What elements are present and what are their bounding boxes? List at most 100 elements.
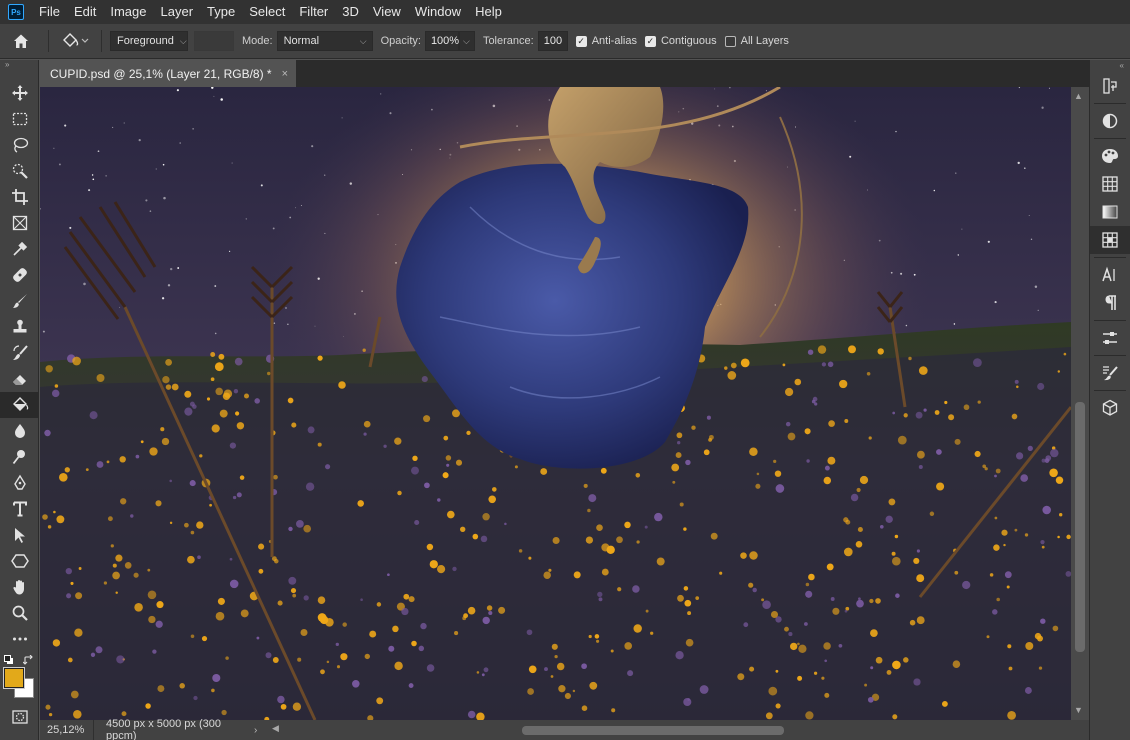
brushes-icon[interactable] — [1090, 359, 1130, 387]
scroll-down-icon[interactable]: ▼ — [1074, 705, 1083, 715]
blend-mode-value: Normal — [283, 35, 320, 47]
contiguous-checkbox[interactable]: ✓ Contiguous — [644, 35, 717, 47]
grid-icon[interactable] — [1090, 170, 1130, 198]
menu-select[interactable]: Select — [242, 0, 292, 24]
document-tab-bar: CUPID.psd @ 25,1% (Layer 21, RGB/8) * × — [40, 60, 1089, 87]
default-colors-icon[interactable] — [4, 655, 14, 665]
eraser-tool-icon[interactable] — [0, 366, 39, 392]
swatches-palette-icon[interactable] — [1090, 142, 1130, 170]
crop-tool-icon[interactable] — [0, 184, 39, 210]
tools-panel: » — [0, 60, 39, 740]
options-divider — [101, 30, 102, 52]
tolerance-input[interactable]: 100 — [537, 31, 568, 51]
close-icon[interactable]: × — [282, 68, 288, 80]
menu-3d[interactable]: 3D — [335, 0, 366, 24]
empty-checkbox-icon — [724, 35, 736, 47]
vertical-scroll-thumb[interactable] — [1075, 402, 1085, 652]
chevron-down-icon: ⌵ — [462, 35, 470, 46]
menu-image[interactable]: Image — [103, 0, 153, 24]
paint-bucket-preset-icon[interactable] — [55, 32, 95, 50]
antialias-label: Anti-alias — [591, 35, 637, 47]
spot-healing-brush-tool-icon[interactable] — [0, 262, 39, 288]
all-layers-checkbox[interactable]: All Layers — [724, 35, 789, 47]
layers-panel-icon[interactable] — [1090, 226, 1130, 254]
gradient-icon[interactable] — [1090, 198, 1130, 226]
lasso-tool-icon[interactable] — [0, 132, 39, 158]
color-swatches — [0, 652, 38, 704]
panel-divider — [1094, 390, 1126, 391]
tolerance-label: Tolerance: — [482, 35, 534, 47]
all-layers-label: All Layers — [740, 35, 789, 47]
panel-divider — [1094, 320, 1126, 321]
foreground-color-swatch[interactable] — [4, 668, 24, 688]
blur-tool-icon[interactable] — [0, 418, 39, 444]
panel-divider — [1094, 103, 1126, 104]
canvas-artwork — [40, 87, 1071, 720]
history-icon[interactable] — [1090, 72, 1130, 100]
menu-edit[interactable]: Edit — [67, 0, 103, 24]
vertical-scrollbar[interactable]: ▲ ▼ — [1071, 87, 1089, 720]
horizontal-scrollbar[interactable]: ◀ — [272, 723, 1072, 736]
zoom-level-input[interactable]: 25,12% — [40, 720, 94, 740]
menu-bar: Ps File Edit Image Layer Type Select Fil… — [0, 0, 1130, 24]
frame-tool-icon[interactable] — [0, 210, 39, 236]
dodge-tool-icon[interactable] — [0, 444, 39, 470]
swap-colors-icon[interactable] — [23, 655, 34, 666]
antialias-checkbox[interactable]: ✓ Anti-alias — [575, 35, 637, 47]
options-divider — [48, 30, 49, 52]
character-icon[interactable] — [1090, 261, 1130, 289]
brush-tool-icon[interactable] — [0, 288, 39, 314]
properties-icon[interactable] — [1090, 324, 1130, 352]
panel-divider — [1094, 138, 1126, 139]
3d-cube-icon[interactable] — [1090, 394, 1130, 422]
fill-source-value: Foreground — [117, 35, 174, 47]
menu-type[interactable]: Type — [200, 0, 242, 24]
horizontal-scroll-thumb[interactable] — [522, 726, 784, 735]
status-menu-arrow-icon[interactable]: › — [254, 725, 268, 736]
quick-selection-tool-icon[interactable] — [0, 158, 39, 184]
chevron-down-icon: ⌵ — [179, 35, 187, 46]
zoom-tool-icon[interactable] — [0, 600, 39, 626]
expand-panels-icon[interactable]: « — [1090, 60, 1130, 72]
menu-view[interactable]: View — [366, 0, 408, 24]
rectangular-marquee-tool-icon[interactable] — [0, 106, 39, 132]
fill-source-select[interactable]: Foreground ⌵ — [110, 31, 188, 51]
home-icon[interactable] — [0, 32, 42, 50]
type-tool-icon[interactable] — [0, 496, 39, 522]
document-canvas[interactable] — [40, 87, 1071, 720]
blend-mode-select[interactable]: Normal ⌵ — [276, 31, 373, 51]
contiguous-label: Contiguous — [660, 35, 717, 47]
scroll-up-icon[interactable]: ▲ — [1074, 91, 1083, 101]
quick-mask-icon[interactable] — [0, 704, 39, 730]
document-size: 4500 px x 5000 px (300 ppcm) — [106, 718, 221, 740]
scroll-left-icon[interactable]: ◀ — [272, 723, 279, 734]
pattern-picker[interactable] — [194, 31, 234, 51]
paragraph-icon[interactable] — [1090, 289, 1130, 317]
document-tab[interactable]: CUPID.psd @ 25,1% (Layer 21, RGB/8) * × — [40, 60, 297, 87]
menu-filter[interactable]: Filter — [292, 0, 335, 24]
menu-layer[interactable]: Layer — [154, 0, 201, 24]
eyedropper-tool-icon[interactable] — [0, 236, 39, 262]
panel-dock: « — [1089, 60, 1130, 740]
panel-divider — [1094, 355, 1126, 356]
path-selection-tool-icon[interactable] — [0, 522, 39, 548]
collapse-toolbar-icon[interactable]: » — [0, 60, 38, 70]
menu-help[interactable]: Help — [468, 0, 509, 24]
more-tools-icon[interactable] — [0, 626, 39, 652]
pen-tool-icon[interactable] — [0, 470, 39, 496]
clone-stamp-tool-icon[interactable] — [0, 314, 39, 340]
menu-window[interactable]: Window — [408, 0, 468, 24]
move-tool-icon[interactable] — [0, 80, 39, 106]
opacity-input[interactable]: 100% — [424, 31, 459, 51]
photoshop-logo: Ps — [8, 4, 24, 20]
checkmark-icon: ✓ — [644, 35, 656, 47]
adjustments-icon[interactable] — [1090, 107, 1130, 135]
history-brush-tool-icon[interactable] — [0, 340, 39, 366]
mode-label: Mode: — [242, 35, 273, 47]
hand-tool-icon[interactable] — [0, 574, 39, 600]
opacity-slider-toggle[interactable]: ⌵ — [458, 31, 475, 51]
document-title: CUPID.psd @ 25,1% (Layer 21, RGB/8) * — [50, 66, 272, 81]
paint-bucket-tool-icon[interactable] — [0, 392, 39, 418]
menu-file[interactable]: File — [32, 0, 67, 24]
shape-tool-icon[interactable] — [0, 548, 39, 574]
